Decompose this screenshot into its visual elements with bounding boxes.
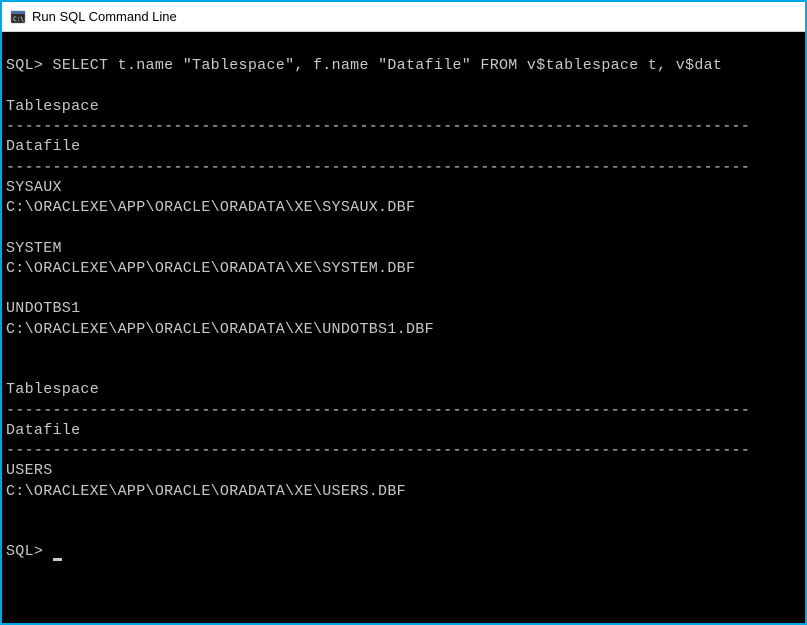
row-tablespace: UNDOTBS1 bbox=[6, 300, 80, 317]
prompt: SQL> bbox=[6, 57, 43, 74]
separator-dashes: ----------------------------------------… bbox=[6, 118, 750, 135]
window-title: Run SQL Command Line bbox=[32, 9, 177, 24]
column-header-tablespace: Tablespace bbox=[6, 98, 99, 115]
column-header-datafile: Datafile bbox=[6, 422, 80, 439]
column-header-datafile: Datafile bbox=[6, 138, 80, 155]
row-tablespace: SYSAUX bbox=[6, 179, 62, 196]
row-datafile: C:\ORACLEXE\APP\ORACLE\ORADATA\XE\SYSTEM… bbox=[6, 260, 415, 277]
prompt: SQL> bbox=[6, 543, 43, 560]
titlebar[interactable]: C:\ Run SQL Command Line bbox=[2, 2, 805, 32]
terminal-output[interactable]: SQL> SELECT t.name "Tablespace", f.name … bbox=[2, 32, 805, 623]
row-datafile: C:\ORACLEXE\APP\ORACLE\ORADATA\XE\UNDOTB… bbox=[6, 321, 434, 338]
terminal-icon: C:\ bbox=[10, 9, 26, 25]
column-header-tablespace: Tablespace bbox=[6, 381, 99, 398]
sql-command: SELECT t.name "Tablespace", f.name "Data… bbox=[53, 57, 723, 74]
row-datafile: C:\ORACLEXE\APP\ORACLE\ORADATA\XE\USERS.… bbox=[6, 483, 406, 500]
cursor bbox=[53, 558, 62, 561]
sql-command-window: C:\ Run SQL Command Line SQL> SELECT t.n… bbox=[2, 2, 805, 623]
row-tablespace: USERS bbox=[6, 462, 53, 479]
row-datafile: C:\ORACLEXE\APP\ORACLE\ORADATA\XE\SYSAUX… bbox=[6, 199, 415, 216]
separator-dashes: ----------------------------------------… bbox=[6, 159, 750, 176]
separator-dashes: ----------------------------------------… bbox=[6, 402, 750, 419]
row-tablespace: SYSTEM bbox=[6, 240, 62, 257]
svg-text:C:\: C:\ bbox=[13, 16, 24, 23]
separator-dashes: ----------------------------------------… bbox=[6, 442, 750, 459]
